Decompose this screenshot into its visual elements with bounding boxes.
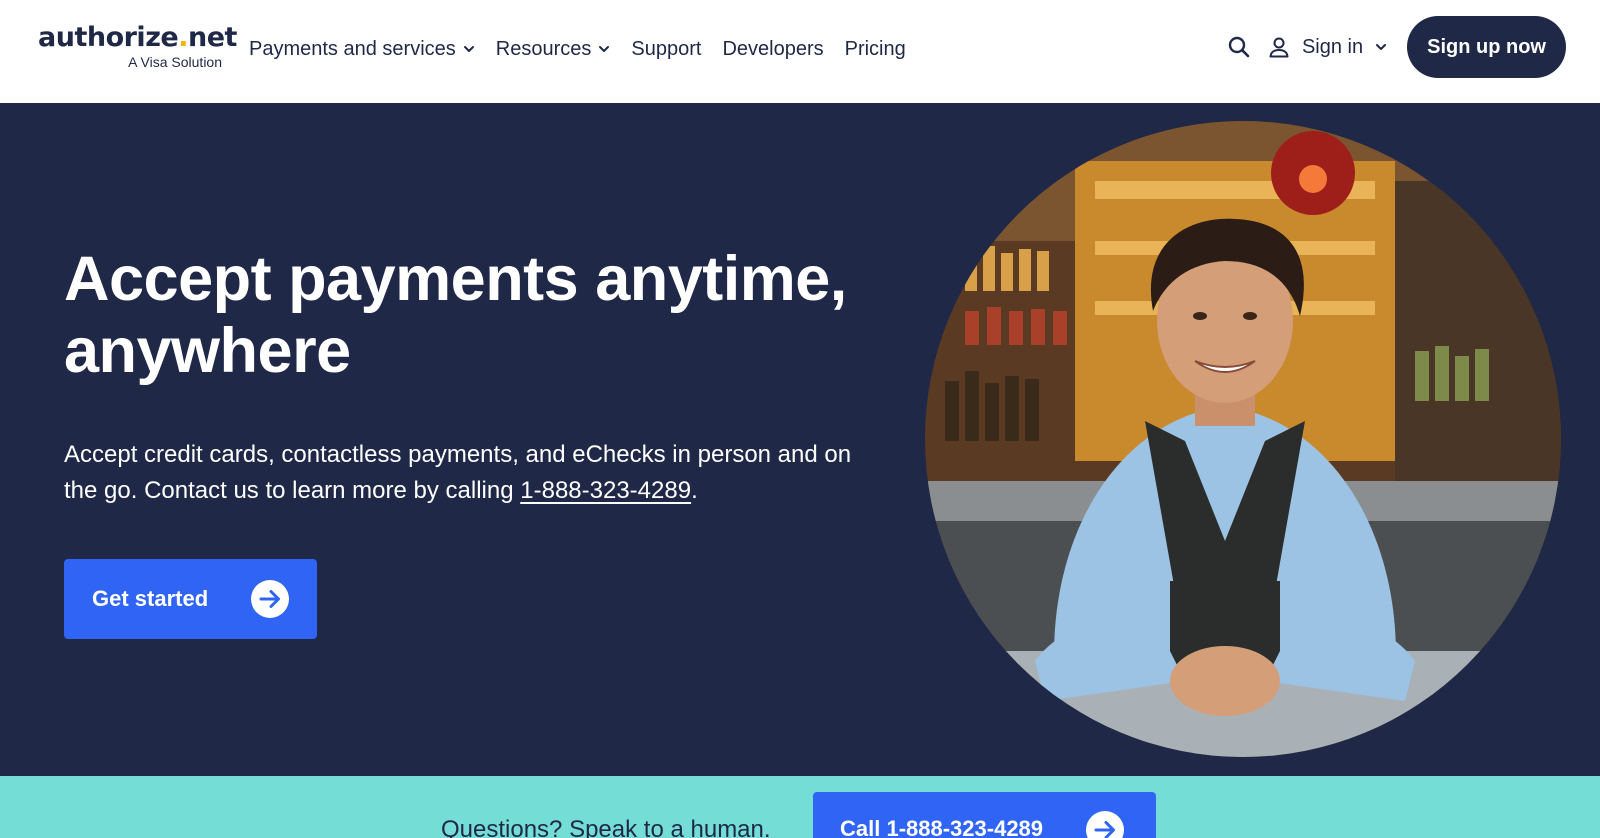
hero-title-line-1: Accept payments anytime, [64,244,847,314]
hero-title: Accept payments anytime, anywhere [64,243,884,387]
chevron-down-icon[interactable] [1375,41,1387,53]
banner-text: Questions? Speak to a human. [441,816,771,838]
nav-item-label: Developers [722,37,824,60]
get-started-button[interactable]: Get started [64,559,317,639]
chevron-down-icon [599,46,610,52]
hero-title-line-2: anywhere [64,316,351,386]
phone-link[interactable]: 1-888-323-4289 [520,477,691,504]
nav-item-label: Resources [495,37,592,60]
get-started-label: Get started [92,586,209,611]
search-button[interactable] [1226,34,1252,60]
logo-tagline: A Visa Solution [128,54,222,70]
hero-photo-illustration [925,121,1561,757]
header-actions: Sign in Sign up now [1226,16,1566,78]
hero-photo [925,121,1561,757]
nav-item-support[interactable]: Support [631,38,701,61]
nav-item-label: Pricing [844,37,906,60]
nav-item-resources[interactable]: Resources [496,38,611,61]
nav-item-label: Support [631,37,702,60]
hero-description: Accept credit cards, contactless payment… [64,437,864,509]
hero-description-text: Accept credit cards, contactless payment… [64,441,852,504]
arrow-right-circle-icon [251,580,289,618]
logo-wordmark: authorize.net [38,22,237,53]
call-button[interactable]: Call 1-888-323-4289 [813,792,1156,838]
sign-in-link[interactable]: Sign in [1302,36,1363,59]
nav-item-label: Payments and services [249,37,456,60]
nav-item-payments-and-services[interactable]: Payments and services [249,38,475,61]
hero-section: Accept payments anytime, anywhere Accept… [0,103,1600,776]
search-icon [1228,36,1250,58]
main-nav: Payments and services Resources Support … [249,36,927,62]
hero-description-end: . [691,477,698,504]
nav-item-developers[interactable]: Developers [722,38,823,61]
sign-up-now-button[interactable]: Sign up now [1407,16,1566,78]
chevron-down-icon [463,46,474,52]
site-header: authorize.net A Visa Solution Payments a… [0,0,1600,103]
account-button[interactable] [1266,34,1292,60]
call-button-label: Call 1-888-323-4289 [840,816,1044,838]
contact-banner: Questions? Speak to a human. Call 1-888-… [0,776,1600,838]
user-icon [1269,37,1289,58]
arrow-right-circle-icon [1086,811,1124,838]
nav-item-pricing[interactable]: Pricing [845,38,906,61]
authorize-net-logo[interactable]: authorize.net A Visa Solution [38,22,237,74]
